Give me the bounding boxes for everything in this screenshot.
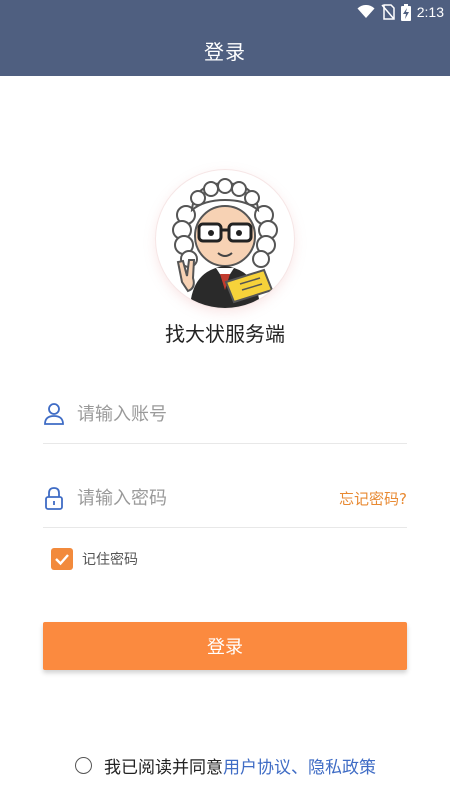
battery-charging-icon [400, 3, 411, 21]
app-bar: 登录 [0, 24, 450, 76]
login-screen: 2:13 登录 找大状服务端 请输入账号 忘记密码? 记住密码 登录 我已阅读并… [0, 0, 450, 800]
password-field: 忘记密码? [43, 468, 407, 528]
password-input[interactable] [77, 482, 327, 514]
remember-password-checkbox[interactable] [51, 548, 73, 570]
status-time: 2:13 [416, 4, 444, 20]
agreement-separator: 、 [291, 758, 308, 778]
account-input[interactable] [77, 398, 327, 430]
privacy-policy-link[interactable]: 隐私政策 [308, 753, 376, 778]
status-bar: 2:13 [0, 0, 450, 24]
forgot-password-link[interactable]: 忘记密码? [339, 488, 407, 509]
agreement-row: 我已阅读并同意 用户协议 、 隐私政策 [75, 753, 376, 778]
page-title: 登录 [204, 39, 246, 64]
app-name: 找大状服务端 [165, 322, 285, 346]
account-field [43, 384, 407, 444]
agreement-radio[interactable] [75, 757, 92, 774]
remember-password-label: 记住密码 [82, 552, 138, 568]
remember-password[interactable]: 记住密码 [51, 548, 138, 570]
app-logo [156, 170, 294, 308]
wifi-icon [357, 5, 375, 18]
user-agreement-link[interactable]: 用户协议 [223, 753, 291, 778]
lock-icon [45, 487, 63, 510]
no-sim-icon [381, 4, 395, 20]
login-button[interactable]: 登录 [43, 622, 407, 670]
agreement-prefix: 我已阅读并同意 [104, 758, 223, 778]
check-icon [55, 554, 69, 566]
lawyer-mascot-icon [172, 178, 278, 308]
user-icon [44, 403, 64, 425]
